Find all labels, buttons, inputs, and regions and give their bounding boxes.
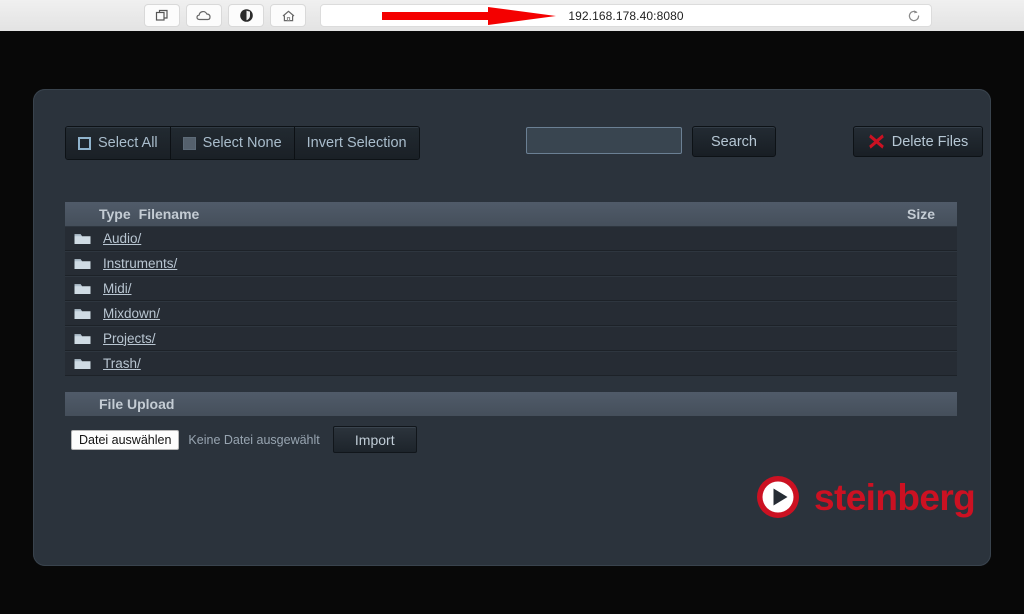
upload-section-header: File Upload [65, 392, 957, 416]
home-icon-glyph [282, 10, 294, 21]
column-header-type: Type [99, 206, 131, 222]
page-background: Select All Select None Invert Selection … [0, 31, 1024, 614]
selection-button-group: Select All Select None Invert Selection [65, 126, 420, 160]
table-row[interactable]: Mixdown/ [65, 301, 957, 326]
choose-file-button[interactable]: Datei auswählen [71, 429, 180, 450]
select-all-checkbox-icon [78, 136, 91, 150]
browser-toolbar: 192.168.178.40:8080 [0, 0, 1024, 32]
file-name-link[interactable]: Trash/ [103, 356, 141, 371]
folder-icon [74, 333, 91, 344]
home-icon[interactable] [270, 4, 306, 27]
table-row[interactable]: Instruments/ [65, 251, 957, 276]
table-row[interactable]: Midi/ [65, 276, 957, 301]
file-name-link[interactable]: Instruments/ [103, 256, 177, 271]
folder-icon [74, 233, 91, 244]
delete-files-label: Delete Files [891, 133, 969, 150]
table-row[interactable]: Audio/ [65, 226, 957, 251]
select-none-button[interactable]: Select None [170, 127, 295, 159]
file-name-link[interactable]: Audio/ [103, 231, 141, 246]
steinberg-play-logo-icon [757, 476, 799, 518]
app-panel: Select All Select None Invert Selection … [33, 89, 991, 566]
shield-icon[interactable] [228, 4, 264, 27]
steinberg-logo: steinberg [755, 474, 976, 520]
shield-icon-glyph [239, 9, 253, 22]
folder-icon [74, 358, 91, 369]
invert-selection-button[interactable]: Invert Selection [294, 127, 419, 159]
cloud-icon[interactable] [186, 4, 222, 27]
column-header-size: Size [906, 206, 935, 222]
select-none-label: Select None [202, 135, 282, 151]
tabs-icon[interactable] [144, 4, 180, 27]
file-name-link[interactable]: Projects/ [103, 331, 156, 346]
table-row[interactable]: Trash/ [65, 351, 957, 376]
file-list: Audio/ Instruments/ Midi/ Mixdown/ Proje… [65, 226, 957, 376]
toolbar: Select All Select None Invert Selection … [65, 126, 983, 160]
selected-file-status: Keine Datei ausgewählt [188, 432, 320, 447]
import-button[interactable]: Import [332, 426, 417, 453]
upload-controls: Datei auswählen Keine Datei ausgewählt I… [71, 426, 417, 453]
table-header: Type Filename Size [65, 202, 957, 226]
file-name-link[interactable]: Midi/ [103, 281, 132, 296]
select-all-label: Select All [98, 135, 158, 151]
delete-x-icon [868, 134, 884, 149]
invert-selection-label: Invert Selection [306, 135, 407, 151]
import-button-label: Import [354, 431, 395, 448]
tabs-icon-glyph [155, 9, 168, 21]
cloud-icon-glyph [196, 10, 211, 20]
search-button[interactable]: Search [692, 126, 776, 157]
reload-icon[interactable] [907, 9, 921, 23]
file-name-link[interactable]: Mixdown/ [103, 306, 160, 321]
folder-icon [74, 308, 91, 319]
column-header-filename: Filename [138, 206, 200, 222]
url-bar[interactable]: 192.168.178.40:8080 [320, 4, 932, 27]
browser-icon-group [144, 4, 312, 27]
select-none-checkbox-icon [182, 136, 196, 150]
upload-section-title: File Upload [99, 396, 175, 412]
folder-icon [74, 258, 91, 269]
search-input[interactable] [526, 127, 682, 154]
url-text: 192.168.178.40:8080 [568, 8, 684, 23]
folder-icon [74, 283, 91, 294]
delete-files-button[interactable]: Delete Files [853, 126, 983, 157]
steinberg-wordmark: steinberg [814, 476, 976, 518]
table-row[interactable]: Projects/ [65, 326, 957, 351]
select-all-button[interactable]: Select All [66, 127, 171, 159]
search-button-label: Search [711, 133, 757, 150]
